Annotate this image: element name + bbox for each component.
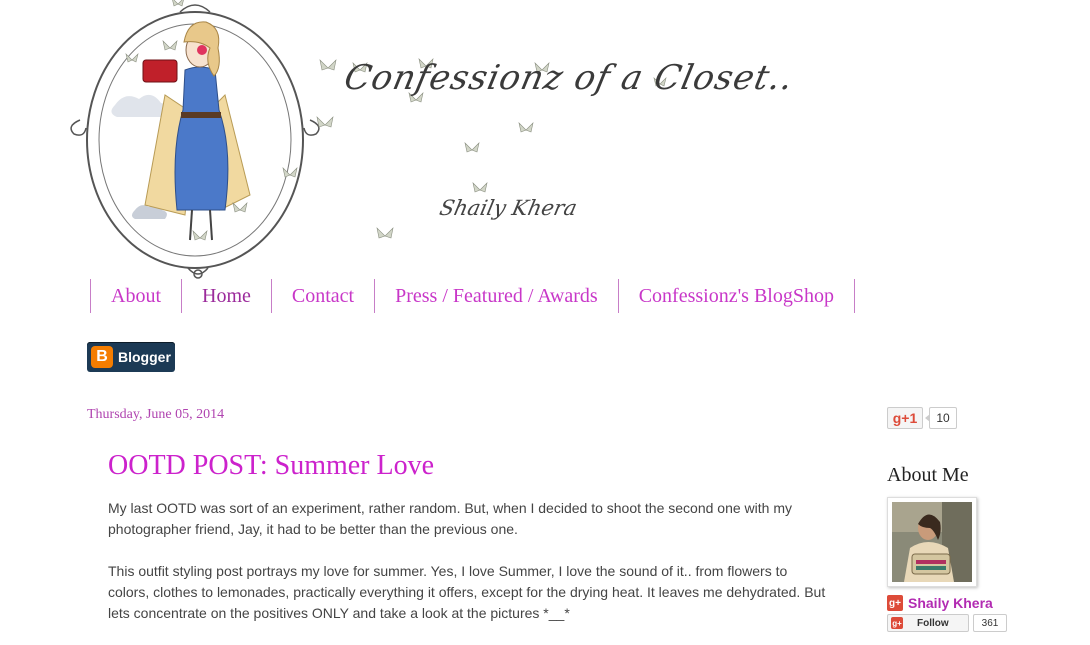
about-me-heading: About Me [887, 464, 969, 486]
profile-photo[interactable] [887, 497, 977, 587]
gplus-icon: g+ [891, 617, 903, 629]
follow-button[interactable]: g+ Follow [887, 614, 969, 632]
blogger-icon: B [91, 346, 113, 368]
blog-header[interactable]: Confessionz of a Closet.. Shaily Khera [60, 0, 797, 285]
follow-label: Follow [917, 617, 949, 629]
author-signature: Shaily Khera [437, 196, 580, 220]
nav-item-home[interactable]: Home [181, 279, 271, 313]
post-paragraph: This outfit styling post portrays my lov… [108, 563, 826, 621]
main-nav: About Home Contact Press / Featured / Aw… [90, 279, 855, 313]
nav-item-blogshop[interactable]: Confessionz's BlogShop [617, 279, 855, 313]
post-paragraph: My last OOTD was sort of an experiment, … [108, 500, 792, 537]
nav-item-contact[interactable]: Contact [270, 279, 374, 313]
gplus-one-button[interactable]: g+1 [887, 407, 923, 429]
gplus-widget: g+1 10 [887, 406, 957, 430]
gplus-count: 10 [925, 407, 957, 429]
profile-name[interactable]: Shaily Khera [908, 595, 993, 611]
profile-name-link[interactable]: g+ Shaily Khera [887, 595, 993, 611]
post-body: My last OOTD was sort of an experiment, … [108, 498, 828, 645]
post-title[interactable]: OOTD POST: Summer Love [108, 450, 434, 482]
follow-count: 361 [973, 614, 1007, 632]
gplus-icon: g+ [887, 595, 903, 611]
follow-widget: g+ Follow 361 [887, 614, 1007, 632]
header-illustration [70, 0, 667, 279]
avatar [892, 502, 972, 582]
post-date: Thursday, June 05, 2014 [87, 407, 225, 422]
blog-title[interactable]: Confessionz of a Closet.. [341, 58, 798, 98]
nav-item-press[interactable]: Press / Featured / Awards [374, 279, 618, 313]
nav-item-about[interactable]: About [90, 279, 181, 313]
blogger-badge[interactable]: B Blogger [87, 342, 175, 372]
blogger-label: Blogger [118, 349, 171, 365]
